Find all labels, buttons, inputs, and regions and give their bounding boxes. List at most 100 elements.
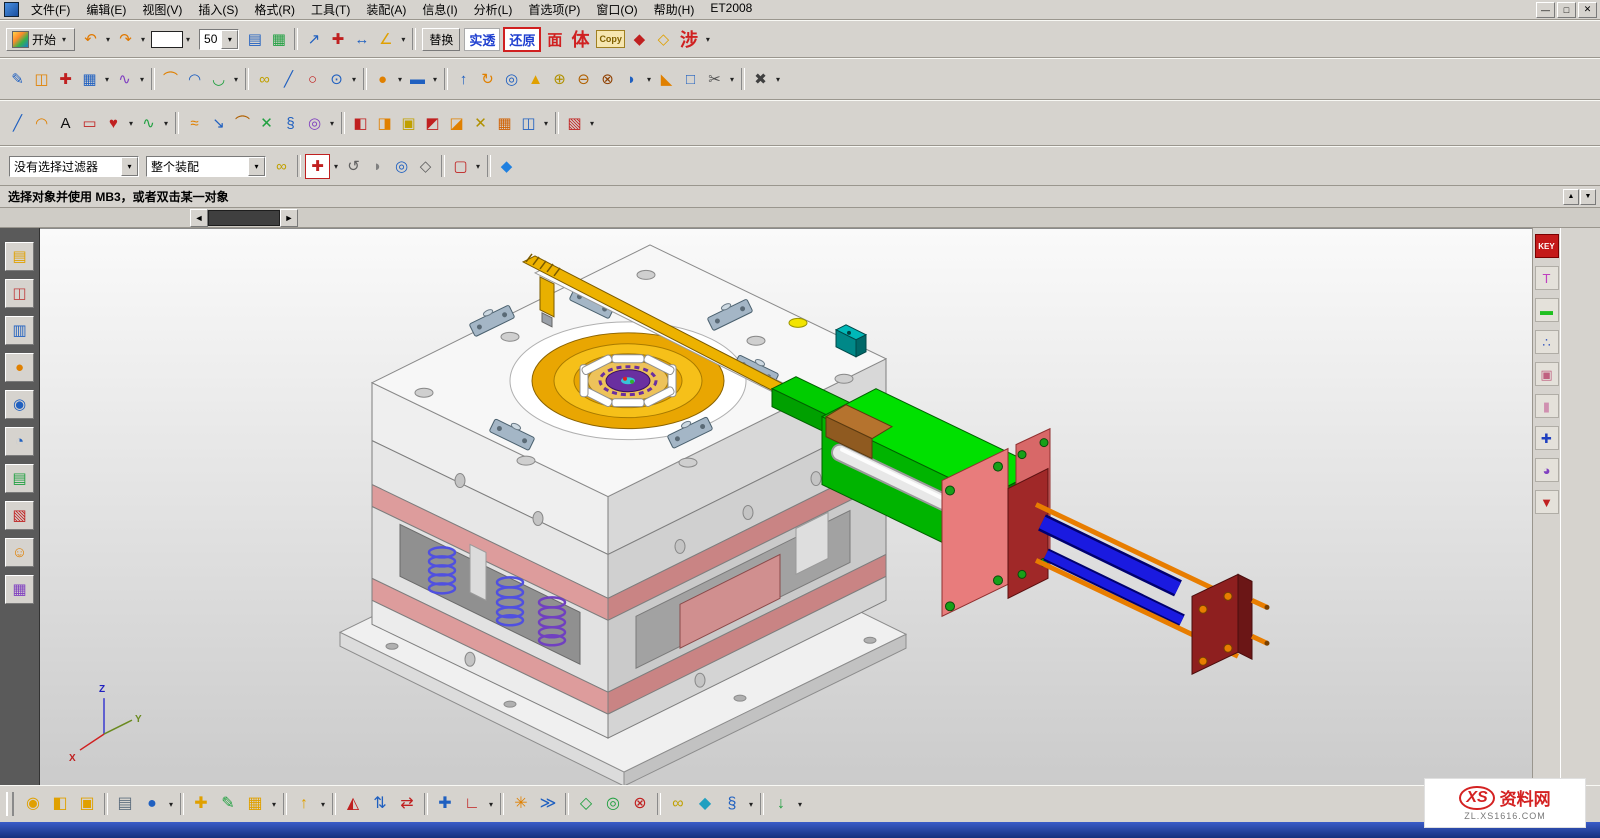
direct-sketch-icon[interactable]: ✎	[6, 68, 29, 91]
add-component-icon[interactable]: ✚	[188, 791, 214, 817]
menu-item[interactable]: 分析(L)	[466, 0, 521, 21]
explode-icon[interactable]: ✳	[508, 791, 534, 817]
cue-left-arrow[interactable]: ◄	[190, 209, 208, 227]
dropdown-arrow[interactable]: ▾	[486, 800, 496, 809]
marquee-select-icon[interactable]: ▢	[449, 155, 472, 178]
pattern-component-icon[interactable]: ▦	[242, 791, 268, 817]
studio-spline-icon[interactable]: ∿	[113, 68, 136, 91]
dropdown-arrow[interactable]: ▾	[587, 119, 597, 128]
component-preview-icon[interactable]: ▣	[74, 791, 100, 817]
minimize-button[interactable]: —	[1536, 2, 1555, 18]
undo-icon[interactable]: ↶	[79, 28, 102, 51]
menu-item[interactable]: 文件(F)	[23, 0, 78, 21]
helix-icon[interactable]: §	[279, 112, 302, 135]
boss-icon[interactable]: ▲	[524, 68, 547, 91]
dropdown-arrow[interactable]: ▾	[773, 75, 783, 84]
bridge-curve-icon[interactable]: ⌒	[231, 112, 254, 135]
prompt-scroll-down[interactable]: ▼	[1580, 189, 1596, 205]
process-studio-icon[interactable]: ▤	[5, 464, 34, 493]
dropdown-arrow[interactable]: ▾	[166, 800, 176, 809]
dropdown-arrow[interactable]: ▾	[541, 119, 551, 128]
copy-face-button[interactable]: Copy	[596, 30, 625, 48]
constraint-navigator-icon[interactable]: ◫	[5, 279, 34, 308]
visible-layers-icon[interactable]: ▤	[243, 28, 266, 51]
capsule-icon[interactable]: ▬	[1535, 298, 1559, 322]
datum-csys-icon[interactable]: ✚	[54, 68, 77, 91]
heart-curve-icon[interactable]: ♥	[102, 112, 125, 135]
menu-item[interactable]: 插入(S)	[190, 0, 246, 21]
offset-curve-icon[interactable]: ≈	[183, 112, 206, 135]
measure-distance-icon[interactable]: ↔	[350, 28, 373, 51]
red-solid-icon[interactable]: ◆	[628, 28, 651, 51]
handles-icon[interactable]: ◎	[390, 155, 413, 178]
gem-icon[interactable]: ◆	[692, 791, 718, 817]
move-component-icon[interactable]: ✚	[432, 791, 458, 817]
menu-item[interactable]: 信息(I)	[414, 0, 465, 21]
dropdown-arrow[interactable]: ▾	[644, 75, 654, 84]
point-constructor-icon[interactable]: ✚	[326, 28, 349, 51]
dropdown-arrow[interactable]: ▾	[318, 800, 328, 809]
spheres-icon[interactable]: ∴	[1535, 330, 1559, 354]
check-part-icon[interactable]: ●	[139, 791, 165, 817]
interference-icon[interactable]: ⊗	[627, 791, 653, 817]
prompt-scroll-up[interactable]: ▲	[1563, 189, 1579, 205]
assembly-tree-icon[interactable]: ▤	[112, 791, 138, 817]
chevron-down-icon[interactable]: ▾	[183, 35, 193, 44]
web-browser-icon[interactable]: ◉	[5, 390, 34, 419]
point-icon[interactable]: ⊙	[325, 68, 348, 91]
delete-face-icon[interactable]: ✕	[469, 112, 492, 135]
dropdown-arrow[interactable]: ▾	[103, 35, 113, 44]
rectangle-icon[interactable]: ▭	[78, 112, 101, 135]
face-button[interactable]: 面	[543, 29, 566, 50]
mirror-face-icon[interactable]: ◫	[517, 112, 540, 135]
text-icon[interactable]: A	[54, 112, 77, 135]
clearance-icon[interactable]: ◎	[600, 791, 626, 817]
orbit-icon[interactable]: ↺	[342, 155, 365, 178]
tube-icon[interactable]: ◎	[303, 112, 326, 135]
mirror-assembly-icon[interactable]: ◭	[340, 791, 366, 817]
arc-curve-icon[interactable]: ◠	[30, 112, 53, 135]
cue-scroll-handle[interactable]	[208, 210, 280, 226]
mold-tool-icon[interactable]: T	[1535, 266, 1559, 290]
start-button[interactable]: 开始 ▾	[6, 28, 75, 51]
menu-item[interactable]: 首选项(P)	[520, 0, 588, 21]
sel-scope-combo[interactable]: 整个装配 ▾	[146, 156, 266, 177]
locating-pin-yellow[interactable]	[789, 318, 807, 327]
wedge-icon[interactable]: ◗	[366, 155, 389, 178]
menu-item[interactable]: 编辑(E)	[78, 0, 134, 21]
measure-angle-icon[interactable]: ∠	[374, 28, 397, 51]
import-icon[interactable]: ↓	[768, 791, 794, 817]
insert-icon[interactable]: ▣	[1535, 362, 1559, 386]
key-tool-icon[interactable]: KEY	[1535, 234, 1559, 258]
conic-icon[interactable]: ◡	[207, 68, 230, 91]
dropdown-arrow[interactable]: ▾	[795, 800, 805, 809]
chamfer-icon[interactable]: ◣	[655, 68, 678, 91]
roles-icon[interactable]: ☺	[5, 538, 34, 567]
redo-icon[interactable]: ↷	[114, 28, 137, 51]
dropdown-arrow[interactable]: ▾	[473, 162, 483, 171]
hole-icon[interactable]: ◎	[500, 68, 523, 91]
new-component-icon[interactable]: ✎	[215, 791, 241, 817]
project-curve-icon[interactable]: ↘	[207, 112, 230, 135]
shell-icon[interactable]: □	[679, 68, 702, 91]
dropdown-arrow[interactable]: ▾	[126, 119, 136, 128]
rings-icon[interactable]: ∞	[665, 791, 691, 817]
toolbar-grip[interactable]	[6, 792, 14, 816]
intersect-curve-icon[interactable]: ✕	[255, 112, 278, 135]
pattern-curve-icon[interactable]: ▦	[78, 68, 101, 91]
pin-icon[interactable]: ▼	[1535, 490, 1559, 514]
dropdown-arrow[interactable]: ▾	[727, 75, 737, 84]
circle-icon[interactable]: ○	[301, 68, 324, 91]
replace-component-icon[interactable]: ⇄	[394, 791, 420, 817]
promote-body-icon[interactable]: ↑	[291, 791, 317, 817]
chevron-down-icon[interactable]: ▾	[703, 35, 713, 44]
restore-button[interactable]: □	[1557, 2, 1576, 18]
menu-item[interactable]: 装配(A)	[358, 0, 414, 21]
datum-plane-icon[interactable]: ◫	[30, 68, 53, 91]
snap-point-icon[interactable]: ✚	[305, 154, 330, 179]
resize-blend-icon[interactable]: ◪	[445, 112, 468, 135]
layer-category-icon[interactable]: ▦	[267, 28, 290, 51]
link-icon[interactable]: §	[719, 791, 745, 817]
mask-icon[interactable]: ◕	[1535, 458, 1559, 482]
wave-link-icon[interactable]: ◇	[573, 791, 599, 817]
